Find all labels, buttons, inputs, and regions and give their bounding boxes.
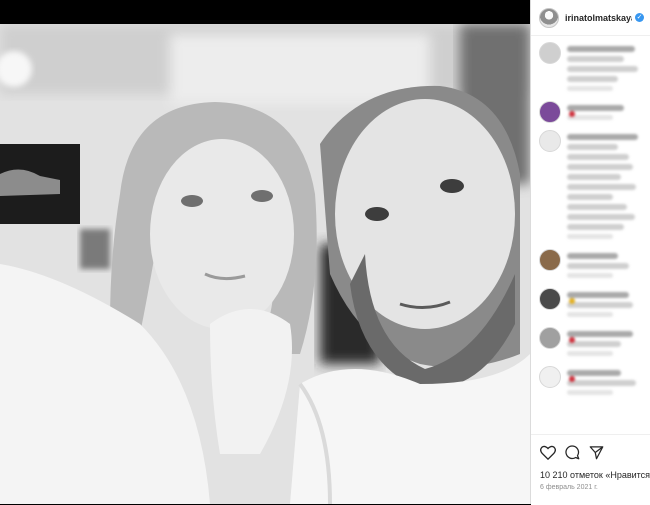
top-bar	[0, 0, 530, 24]
comment-line	[567, 164, 634, 170]
comment-avatar[interactable]	[539, 101, 561, 123]
comment-line	[567, 214, 635, 220]
comment-text-obscured	[567, 130, 644, 243]
comment-line	[567, 144, 618, 150]
photo-illustration	[0, 24, 530, 504]
comment-line	[567, 380, 637, 386]
comment-line	[567, 204, 628, 210]
comment-avatar[interactable]	[539, 288, 561, 310]
comment-avatar[interactable]	[539, 249, 561, 271]
heart-icon[interactable]	[540, 445, 556, 460]
author-avatar[interactable]	[539, 7, 559, 28]
comment-line	[567, 292, 629, 304]
share-icon[interactable]	[589, 445, 604, 460]
comment-item[interactable]	[531, 282, 650, 321]
comment-meta	[567, 234, 614, 239]
comment-line	[567, 154, 629, 160]
comment-line	[567, 341, 621, 347]
comment-text-obscured	[567, 288, 644, 321]
comment-line	[567, 184, 637, 190]
comment-line	[567, 370, 621, 382]
post-sidebar: irinatolmatskaya ✓ 10 210 отметок «Нрави…	[530, 0, 650, 505]
comment-avatar[interactable]	[539, 130, 561, 152]
comment-text-obscured	[567, 101, 644, 124]
comment-item[interactable]	[531, 360, 650, 399]
comment-item[interactable]	[531, 95, 650, 124]
emoji-reaction	[569, 375, 575, 382]
comment-icon[interactable]	[565, 445, 580, 460]
comment-avatar[interactable]	[539, 327, 561, 349]
comment-meta	[567, 351, 614, 356]
action-icons	[531, 435, 650, 460]
comment-item[interactable]	[531, 321, 650, 360]
comment-text-obscured	[567, 366, 644, 399]
comment-line	[567, 253, 618, 259]
comment-text-obscured	[567, 327, 644, 360]
emoji-reaction	[569, 336, 575, 343]
comment-item[interactable]	[531, 36, 650, 95]
verified-badge-icon: ✓	[635, 13, 644, 22]
comment-avatar[interactable]	[539, 366, 561, 388]
comment-line	[567, 331, 634, 343]
comment-line	[567, 66, 638, 72]
comment-item[interactable]	[531, 124, 650, 243]
likes-count[interactable]: 10 210 отметок «Нравится»	[531, 460, 650, 480]
emoji-reaction	[569, 297, 575, 304]
comments-list[interactable]	[531, 36, 650, 434]
comment-line	[567, 224, 624, 230]
emoji-reaction	[569, 110, 575, 117]
comment-line	[567, 302, 634, 308]
comment-line	[567, 76, 618, 82]
post-actions: 10 210 отметок «Нравится» 6 февраль 2021…	[531, 434, 650, 505]
comment-meta	[567, 86, 614, 91]
comment-meta	[567, 273, 614, 278]
comment-line	[567, 174, 621, 180]
comment-text-obscured	[567, 249, 644, 282]
comment-meta	[567, 312, 614, 317]
comment-meta	[567, 390, 614, 395]
comment-line	[567, 194, 614, 200]
comment-line	[567, 46, 635, 52]
comment-line	[567, 134, 638, 140]
author-username[interactable]: irinatolmatskaya	[565, 13, 632, 23]
comment-line	[567, 105, 624, 117]
comment-line	[567, 263, 629, 269]
comment-text-obscured	[567, 42, 644, 95]
post-photo[interactable]	[0, 24, 530, 504]
comment-item[interactable]	[531, 243, 650, 282]
comment-line	[567, 56, 624, 62]
post-date: 6 февраль 2021 г.	[540, 484, 598, 491]
post-header: irinatolmatskaya ✓	[531, 0, 650, 36]
comment-avatar[interactable]	[539, 42, 561, 64]
